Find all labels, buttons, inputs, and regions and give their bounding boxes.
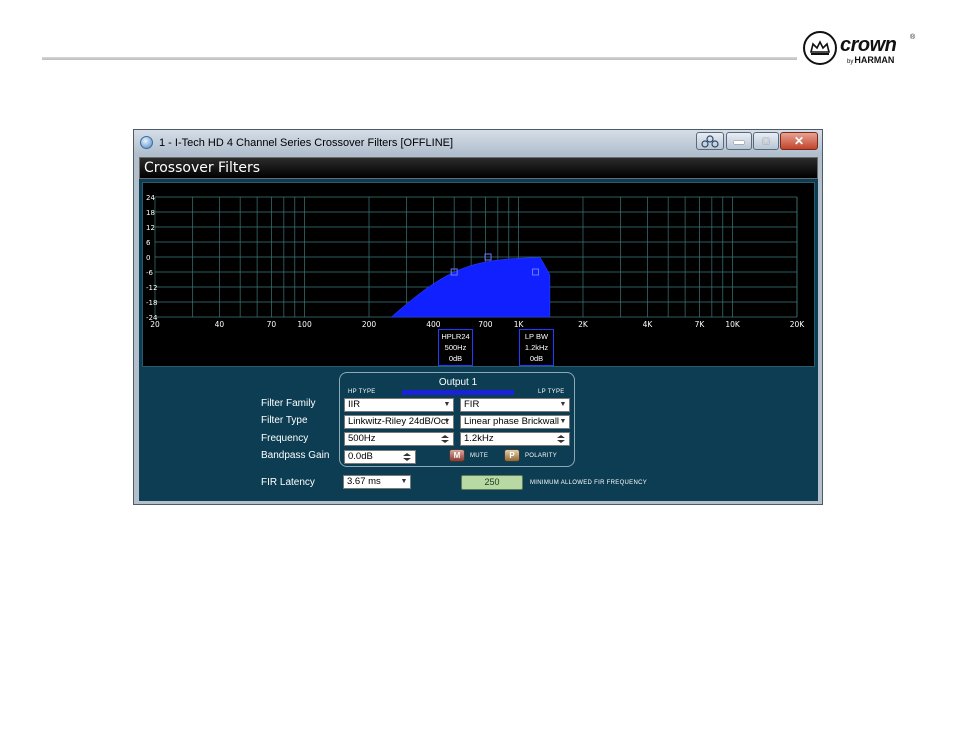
panel-title-bar: Crossover Filters <box>139 157 818 179</box>
hp-frequency-stepper[interactable]: 500Hz <box>344 432 454 446</box>
hp-family-select[interactable]: IIR ▼ <box>344 398 454 412</box>
frequency-label: Frequency <box>261 433 309 444</box>
hp-filter-marker[interactable]: HPLR24 500Hz 0dB <box>438 329 473 366</box>
lp-family-select[interactable]: FIR ▼ <box>460 398 570 412</box>
minimize-button[interactable]: ▬ <box>726 132 752 150</box>
bandpass-gain-value: 0.0dB <box>348 451 373 462</box>
x-tick-label: 70 <box>267 320 277 329</box>
brand-name: crown <box>840 34 897 56</box>
x-tick-label: 40 <box>215 320 225 329</box>
y-tick-label: 24 <box>146 194 155 202</box>
lp-type-label: LP TYPE <box>538 389 565 395</box>
maximize-button[interactable]: □ <box>753 132 779 150</box>
x-tick-label: 10K <box>725 320 741 329</box>
x-tick-label: 20K <box>790 320 806 329</box>
x-tick-label: 700 <box>478 320 493 329</box>
mute-button[interactable]: M <box>449 449 465 462</box>
x-tick-label: 1K <box>514 320 525 329</box>
min-fir-frequency-value: 250 <box>461 475 523 490</box>
lp-frequency-value: 1.2kHz <box>464 433 494 444</box>
spinner-icon[interactable] <box>554 434 568 444</box>
lp-type-select[interactable]: Linear phase Brickwall ▼ <box>460 415 570 429</box>
manual-page: crown ® byHARMAN 1 - I-Tech HD 4 Channel… <box>0 0 954 737</box>
spinner-icon[interactable] <box>400 452 414 462</box>
polarity-button[interactable]: P <box>504 449 520 462</box>
x-tick-label: 20 <box>150 320 160 329</box>
y-tick-label: -12 <box>146 284 157 292</box>
hp-type-value: Linkwitz-Riley 24dB/Oct <box>348 416 449 427</box>
lp-frequency-stepper[interactable]: 1.2kHz <box>460 432 570 446</box>
filter-family-label: Filter Family <box>261 398 316 409</box>
network-icon-button[interactable] <box>696 132 724 150</box>
lp-family-value: FIR <box>464 399 480 410</box>
chevron-down-icon: ▼ <box>400 478 408 485</box>
x-tick-label: 2K <box>578 320 589 329</box>
filter-type-label: Filter Type <box>261 415 308 426</box>
header-rule <box>42 57 797 60</box>
lp-marker-type: LP BW <box>524 332 549 341</box>
x-tick-label: 4K <box>643 320 654 329</box>
y-tick-label: 0 <box>146 254 150 262</box>
brand-parent: byHARMAN <box>847 55 895 65</box>
chevron-down-icon: ▼ <box>443 401 451 408</box>
y-tick-label: -6 <box>146 269 154 277</box>
output-group: Output 1 HP TYPE LP TYPE IIR ▼ FIR ▼ Lin… <box>339 372 575 467</box>
response-plot: 24181260-6-12-18-2420 40 70 100 200 400 700 1K 2… <box>146 194 806 329</box>
network-icon <box>701 134 719 148</box>
y-tick-label: 6 <box>146 239 151 247</box>
frequency-response-graph[interactable]: 24 18 12 6 0 -6 -12 -18 -24 20 40 70 100 200 400 700 1K 2… <box>142 182 815 367</box>
bandpass-gain-stepper[interactable]: 0.0dB <box>344 450 416 464</box>
minimize-icon: ▬ <box>734 135 744 147</box>
x-tick-label: 100 <box>297 320 312 329</box>
y-tick-label: 18 <box>146 209 155 217</box>
maximize-icon: □ <box>762 135 770 147</box>
close-icon: ✕ <box>793 134 805 148</box>
mute-label: MUTE <box>470 453 489 459</box>
chevron-down-icon: ▼ <box>559 418 567 425</box>
lp-marker-gain: 0dB <box>529 354 544 363</box>
app-icon <box>140 136 153 149</box>
window-title: 1 - I-Tech HD 4 Channel Series Crossover… <box>159 137 454 149</box>
lp-marker-frequency: 1.2kHz <box>524 343 549 352</box>
panel-title: Crossover Filters <box>144 160 261 176</box>
hp-marker-gain: 0dB <box>448 354 463 363</box>
lp-type-value: Linear phase Brickwall <box>464 416 560 427</box>
crossover-window: 1 - I-Tech HD 4 Channel Series Crossover… <box>133 129 823 505</box>
x-tick-label: 7K <box>695 320 706 329</box>
hp-marker-frequency: 500Hz <box>444 343 467 352</box>
output-title: Output 1 <box>438 377 478 388</box>
crown-logo: crown ® byHARMAN <box>803 31 923 71</box>
hp-family-value: IIR <box>348 399 361 410</box>
crown-emblem-icon <box>803 31 837 65</box>
fir-latency-value: 3.67 ms <box>347 476 381 487</box>
close-button[interactable]: ✕ <box>780 132 818 150</box>
chevron-down-icon: ▼ <box>443 418 451 425</box>
hp-type-select[interactable]: Linkwitz-Riley 24dB/Oct ▼ <box>344 415 454 429</box>
hp-type-label: HP TYPE <box>348 389 376 395</box>
x-tick-label: 200 <box>362 320 377 329</box>
y-tick-label: 12 <box>146 224 155 232</box>
fir-latency-label: FIR Latency <box>261 477 315 488</box>
bandpass-gain-label: Bandpass Gain <box>261 450 330 461</box>
registered-mark: ® <box>910 34 916 41</box>
fir-latency-select[interactable]: 3.67 ms ▼ <box>343 475 411 489</box>
client-area: Crossover Filters 24 18 12 6 0 -6 -12 -18 -24 20 4… <box>139 157 818 501</box>
min-fir-frequency-label: MINIMUM ALLOWED FIR FREQUENCY <box>530 480 648 486</box>
lp-filter-marker[interactable]: LP BW 1.2kHz 0dB <box>519 329 554 366</box>
x-tick-label: 400 <box>426 320 441 329</box>
output-color-bar <box>402 390 514 395</box>
y-tick-label: -18 <box>146 299 157 307</box>
hp-marker-type: HPLR24 <box>441 332 470 341</box>
hp-frequency-value: 500Hz <box>348 433 376 444</box>
spinner-icon[interactable] <box>438 434 452 444</box>
polarity-label: POLARITY <box>525 453 558 459</box>
chevron-down-icon: ▼ <box>559 401 567 408</box>
title-bar[interactable]: 1 - I-Tech HD 4 Channel Series Crossover… <box>134 130 822 156</box>
